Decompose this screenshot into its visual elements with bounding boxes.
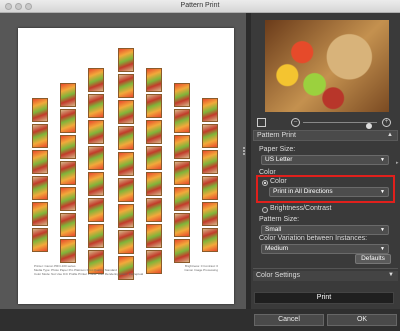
pattern-tile xyxy=(118,48,134,72)
pattern-print-panel-header[interactable]: Pattern Print ▲ xyxy=(253,130,398,141)
dropdown-arrow-icon: ▼ xyxy=(380,227,385,233)
pattern-tile xyxy=(174,83,190,107)
defaults-button[interactable]: Defaults xyxy=(355,254,391,264)
pattern-tile xyxy=(118,100,134,124)
panel-title: Pattern Print xyxy=(257,132,296,139)
brightness-radio[interactable] xyxy=(262,207,268,213)
disclosure-triangle-icon: ▼ xyxy=(388,272,394,278)
pattern-tile xyxy=(146,68,162,92)
pattern-size-value: Small xyxy=(265,226,282,233)
image-thumbnail xyxy=(265,20,389,112)
pattern-tile xyxy=(174,239,190,263)
pattern-tile xyxy=(60,239,76,263)
paper-size-value: US Letter xyxy=(265,156,293,163)
ok-button[interactable]: OK xyxy=(327,314,397,326)
pattern-tile xyxy=(146,224,162,248)
pattern-tile xyxy=(60,109,76,133)
pattern-tile xyxy=(88,120,104,144)
pattern-tile xyxy=(88,198,104,222)
zoom-slider-knob[interactable] xyxy=(366,123,372,129)
dropdown-arrow-icon: ▼ xyxy=(380,157,385,163)
pattern-tile xyxy=(202,176,218,200)
pattern-tiles xyxy=(18,28,234,304)
color-direction-select[interactable]: Print in All Directions ▼ xyxy=(269,187,389,197)
sheet-footer-right: Brightness: 0 Contrast: 0 Canon Image Pr… xyxy=(184,264,218,272)
pattern-tile xyxy=(202,150,218,174)
color-settings-label: Color Settings xyxy=(256,272,300,279)
pattern-tile xyxy=(146,120,162,144)
paper-sheet: Printer: Canon PRO-100 series Media Type… xyxy=(18,28,234,304)
zoom-slider[interactable] xyxy=(303,122,377,129)
print-preview-area: Printer: Canon PRO-100 series Media Type… xyxy=(0,13,246,309)
collapse-arrow-icon[interactable]: ▸ xyxy=(396,160,400,166)
paper-size-select[interactable]: US Letter ▼ xyxy=(261,155,389,165)
variation-label: Color Variation between Instances: xyxy=(259,235,368,242)
pattern-tile xyxy=(118,230,134,254)
pattern-tile xyxy=(118,152,134,176)
pattern-tile xyxy=(60,213,76,237)
pattern-tile xyxy=(118,204,134,228)
pattern-size-select[interactable]: Small ▼ xyxy=(261,225,389,235)
color-direction-value: Print in All Directions xyxy=(273,188,333,195)
variation-select[interactable]: Medium ▼ xyxy=(261,244,389,254)
brightness-radio-label: Brightness/Contrast xyxy=(270,205,332,212)
print-button[interactable]: Print xyxy=(254,292,394,304)
pattern-tile xyxy=(60,135,76,159)
dropdown-arrow-icon: ▼ xyxy=(380,246,385,252)
pattern-tile xyxy=(32,202,48,226)
pattern-tile xyxy=(60,83,76,107)
pattern-tile xyxy=(202,202,218,226)
color-radio[interactable] xyxy=(262,180,268,186)
pattern-tile xyxy=(60,187,76,211)
pattern-tile xyxy=(146,198,162,222)
pattern-tile xyxy=(88,68,104,92)
pattern-tile xyxy=(146,146,162,170)
sheet-footer: Printer: Canon PRO-100 series Media Type… xyxy=(34,264,218,276)
settings-sidebar: – + Pattern Print ▲ Paper Size: US Lette… xyxy=(251,13,400,309)
pattern-tile xyxy=(202,228,218,252)
color-radio-label: Color xyxy=(270,178,287,185)
pattern-tile xyxy=(174,187,190,211)
disclosure-triangle-icon: ▲ xyxy=(387,132,393,138)
pattern-tile xyxy=(174,161,190,185)
paper-size-label: Paper Size: xyxy=(259,146,296,153)
pattern-tile xyxy=(202,98,218,122)
pattern-tile xyxy=(88,224,104,248)
color-settings-header[interactable]: Color Settings ▼ xyxy=(253,271,398,281)
sheet-footer-left: Printer: Canon PRO-100 series Media Type… xyxy=(34,264,144,276)
window-title: Pattern Print xyxy=(180,2,220,9)
pattern-tile xyxy=(118,178,134,202)
view-mode-icon[interactable] xyxy=(257,118,266,127)
pattern-tile xyxy=(32,98,48,122)
pattern-tile xyxy=(88,94,104,118)
pattern-tile xyxy=(174,109,190,133)
cancel-button[interactable]: Cancel xyxy=(254,314,324,326)
pattern-tile xyxy=(32,228,48,252)
pattern-tile xyxy=(88,146,104,170)
zoom-in-icon[interactable]: + xyxy=(382,118,391,127)
pattern-tile xyxy=(118,74,134,98)
zoom-controls: – + xyxy=(255,118,397,129)
pattern-tile xyxy=(32,150,48,174)
pattern-tile xyxy=(32,124,48,148)
pattern-tile xyxy=(174,135,190,159)
pattern-tile xyxy=(118,126,134,150)
pattern-tile xyxy=(60,161,76,185)
variation-value: Medium xyxy=(265,245,289,252)
split-handle[interactable] xyxy=(242,147,246,157)
zoom-out-icon[interactable]: – xyxy=(291,118,300,127)
pattern-tile xyxy=(202,124,218,148)
pattern-tile xyxy=(174,213,190,237)
pattern-size-label: Pattern Size: xyxy=(259,216,300,223)
pattern-tile xyxy=(32,176,48,200)
pattern-tile xyxy=(88,172,104,196)
divider xyxy=(253,268,398,269)
dropdown-arrow-icon: ▼ xyxy=(380,189,385,195)
pattern-tile xyxy=(146,94,162,118)
pattern-tile xyxy=(146,172,162,196)
title-bar: Pattern Print xyxy=(0,0,400,13)
